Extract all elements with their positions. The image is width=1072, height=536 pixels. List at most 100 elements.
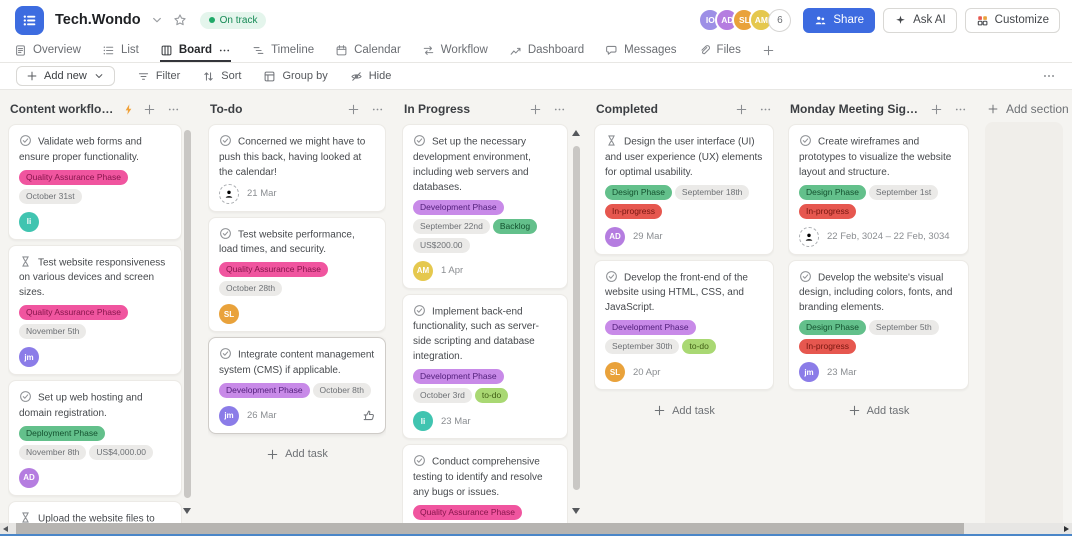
add-task-button[interactable]: Add task <box>208 439 386 470</box>
task-card[interactable]: Develop the front-end of the website usi… <box>594 259 774 390</box>
task-card[interactable]: Set up web hosting and domain registrati… <box>8 380 182 496</box>
add-task-button[interactable]: Add task <box>594 395 774 426</box>
hourglass-icon[interactable] <box>19 255 32 268</box>
tab-dashboard[interactable]: Dashboard <box>509 40 584 62</box>
assignee-placeholder-icon[interactable] <box>799 226 819 247</box>
tag-pill[interactable]: Quality Assurance Phase <box>19 305 128 320</box>
tag-pill[interactable]: October 3rd <box>413 388 472 403</box>
assignee-avatar[interactable]: SL <box>605 362 625 382</box>
task-card[interactable]: Test website performance, load times, an… <box>208 216 386 332</box>
tab-board[interactable]: Board <box>159 40 232 62</box>
share-button[interactable]: Share <box>803 7 876 33</box>
tab-calendar[interactable]: Calendar <box>335 40 401 62</box>
column-menu-icon[interactable] <box>371 103 384 116</box>
column-menu-icon[interactable] <box>759 103 772 116</box>
scroll-right-arrow-icon[interactable] <box>1064 525 1069 532</box>
check-circle-icon[interactable] <box>799 270 812 283</box>
member-overflow-count[interactable]: 6 <box>768 8 792 32</box>
tag-pill[interactable]: In-progress <box>799 339 856 354</box>
tag-pill[interactable]: US$4,000.00 <box>89 444 154 460</box>
task-card[interactable]: Set up the necessary development environ… <box>402 124 568 289</box>
task-card[interactable]: Upload the website files to the hosting … <box>8 500 182 524</box>
toolbar-menu-icon[interactable] <box>1042 69 1056 83</box>
column-title[interactable]: Content workflow: Assi... <box>10 102 116 116</box>
scrollbar-thumb[interactable] <box>573 146 580 490</box>
assignee-avatar[interactable]: SL <box>219 304 239 324</box>
add-task-plus-icon[interactable] <box>930 103 943 116</box>
tag-pill[interactable]: September 30th <box>605 339 680 354</box>
add-section-button[interactable]: Add section <box>987 102 1069 116</box>
status-badge[interactable]: On track <box>199 11 267 29</box>
hourglass-icon[interactable] <box>605 134 618 147</box>
scrollbar-thumb[interactable] <box>184 130 191 498</box>
assignee-placeholder-icon[interactable] <box>219 183 239 204</box>
tag-pill[interactable]: Design Phase <box>605 184 672 200</box>
tag-pill[interactable]: to-do <box>682 339 716 354</box>
check-circle-icon[interactable] <box>219 347 232 360</box>
tag-pill[interactable]: Design Phase <box>799 184 866 200</box>
task-card[interactable]: Concerned we might have to push this bac… <box>208 124 386 212</box>
tag-pill[interactable]: US$200.00 <box>413 237 470 253</box>
column-menu-icon[interactable] <box>954 103 967 116</box>
column-menu-icon[interactable] <box>167 103 180 116</box>
assignee-avatar[interactable]: AD <box>19 467 39 488</box>
toolbar-sort-button[interactable]: Sort <box>202 70 241 83</box>
tag-pill[interactable]: Development Phase <box>219 382 310 398</box>
customize-button[interactable]: Customize <box>964 7 1060 33</box>
tag-pill[interactable]: September 1st <box>868 184 939 200</box>
tag-pill[interactable]: September 5th <box>868 320 939 335</box>
check-circle-icon[interactable] <box>413 454 426 467</box>
tag-pill[interactable]: October 28th <box>219 281 283 296</box>
scroll-down-arrow-icon[interactable] <box>183 508 191 514</box>
tag-pill[interactable]: In-progress <box>799 203 856 219</box>
tag-pill[interactable]: October 31st <box>19 188 82 204</box>
column-title[interactable]: To-do <box>210 102 242 116</box>
tab-list[interactable]: List <box>102 40 139 62</box>
check-circle-icon[interactable] <box>219 227 232 240</box>
tag-pill[interactable]: Quality Assurance Phase <box>219 262 328 277</box>
add-task-plus-icon[interactable] <box>529 103 542 116</box>
bolt-icon[interactable] <box>122 103 135 116</box>
assignee-avatar[interactable]: jm <box>19 347 39 367</box>
check-circle-icon[interactable] <box>19 134 32 147</box>
tab-add[interactable] <box>762 40 775 62</box>
tag-pill[interactable]: Design Phase <box>799 320 866 335</box>
task-card[interactable]: Develop the website's visual design, inc… <box>788 259 969 390</box>
tag-pill[interactable]: Quality Assurance Phase <box>19 169 128 185</box>
tab-workflow[interactable]: Workflow <box>422 40 488 62</box>
task-card[interactable]: Implement back-end functionality, such a… <box>402 293 568 439</box>
column-vertical-scrollbar[interactable] <box>183 90 192 523</box>
tab-timeline[interactable]: Timeline <box>252 40 314 62</box>
ask-ai-button[interactable]: Ask AI <box>883 7 957 33</box>
task-card[interactable]: Create wireframes and prototypes to visu… <box>788 124 969 255</box>
tag-pill[interactable]: Development Phase <box>413 199 504 215</box>
tag-pill[interactable]: November 8th <box>19 444 87 460</box>
tab-files[interactable]: Files <box>698 40 741 62</box>
check-circle-icon[interactable] <box>799 134 812 147</box>
assignee-avatar[interactable]: li <box>413 411 433 431</box>
tag-pill[interactable]: November 5th <box>19 324 87 339</box>
horizontal-scrollbar[interactable] <box>0 523 1072 534</box>
tag-pill[interactable]: In-progress <box>605 203 662 219</box>
column-title[interactable]: Monday Meeting Sign Off <box>790 102 922 116</box>
assignee-avatar[interactable]: jm <box>799 362 819 382</box>
scroll-up-arrow-icon[interactable] <box>572 130 580 136</box>
tab-menu-icon[interactable] <box>218 44 231 57</box>
add-task-plus-icon[interactable] <box>735 103 748 116</box>
add-task-plus-icon[interactable] <box>347 103 360 116</box>
task-card[interactable]: Design the user interface (UI) and user … <box>594 124 774 255</box>
hourglass-icon[interactable] <box>19 511 32 524</box>
column-title[interactable]: In Progress <box>404 102 470 116</box>
column-menu-icon[interactable] <box>553 103 566 116</box>
add-task-plus-icon[interactable] <box>143 103 156 116</box>
check-circle-icon[interactable] <box>413 304 426 317</box>
column-vertical-scrollbar[interactable] <box>572 90 581 523</box>
check-circle-icon[interactable] <box>605 270 618 283</box>
check-circle-icon[interactable] <box>19 390 32 403</box>
scroll-left-arrow-icon[interactable] <box>3 525 8 532</box>
check-circle-icon[interactable] <box>413 134 426 147</box>
assignee-avatar[interactable]: li <box>19 211 39 232</box>
assignee-avatar[interactable]: AD <box>605 226 625 247</box>
tag-pill[interactable]: September 22nd <box>413 218 490 234</box>
tag-pill[interactable]: October 8th <box>312 382 371 398</box>
